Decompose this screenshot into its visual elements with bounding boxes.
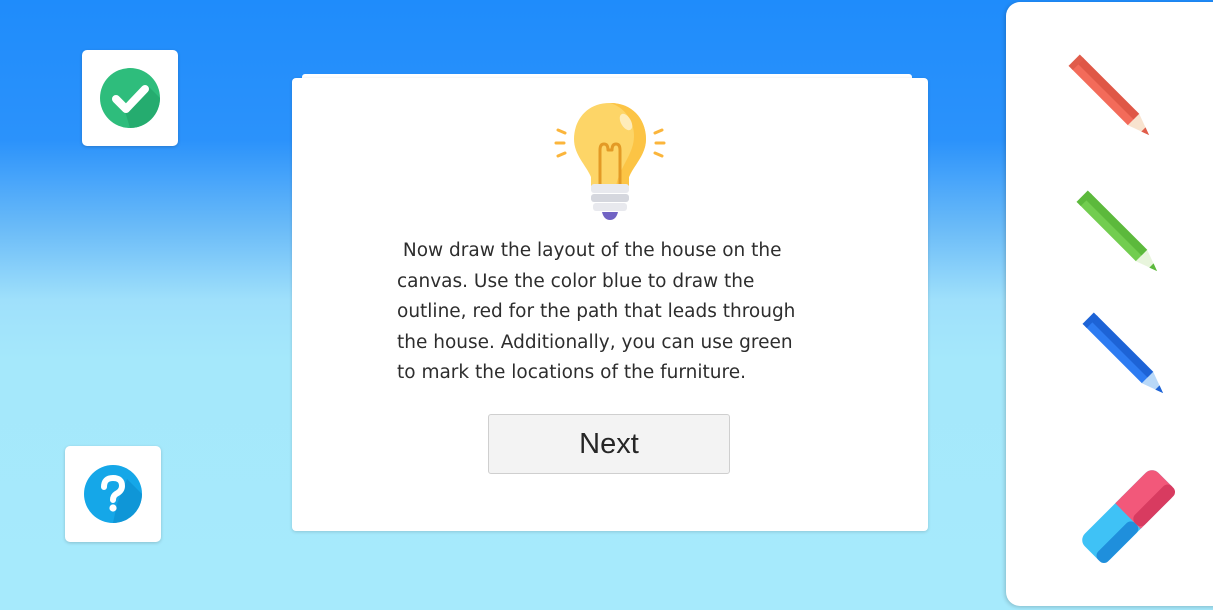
red-pencil-icon[interactable] xyxy=(1068,54,1168,154)
tool-panel xyxy=(1006,2,1213,606)
check-circle-icon xyxy=(100,68,160,128)
instruction-dialog: Now draw the layout of the house on the … xyxy=(292,78,928,531)
check-button[interactable] xyxy=(82,50,178,146)
next-button[interactable]: Next xyxy=(488,414,730,474)
eraser-icon[interactable] xyxy=(1072,460,1184,572)
question-circle-icon xyxy=(84,465,142,523)
help-button[interactable] xyxy=(65,446,161,542)
blue-pencil-icon[interactable] xyxy=(1082,312,1182,412)
green-pencil-icon[interactable] xyxy=(1076,190,1176,290)
instruction-text: Now draw the layout of the house on the … xyxy=(397,240,796,383)
lightbulb-icon xyxy=(554,103,666,220)
